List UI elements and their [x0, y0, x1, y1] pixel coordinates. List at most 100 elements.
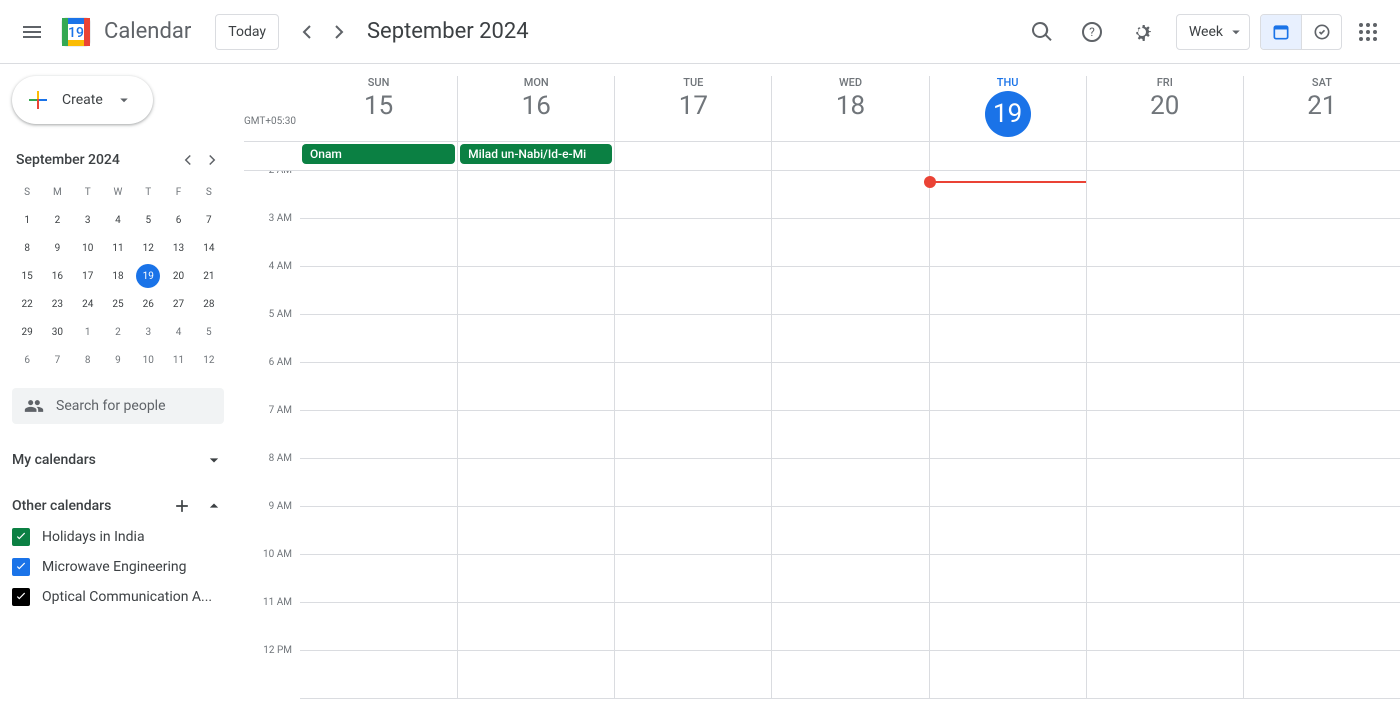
time-cell[interactable] [1243, 603, 1400, 651]
mini-day-cell[interactable]: 19 [133, 262, 163, 290]
time-cell[interactable] [614, 315, 771, 363]
day-column-header[interactable]: THU19 [929, 76, 1086, 141]
create-button[interactable]: Create [12, 76, 153, 124]
time-cell[interactable] [771, 267, 928, 315]
time-cell[interactable] [771, 315, 928, 363]
time-cell[interactable] [457, 507, 614, 555]
time-cell[interactable] [929, 603, 1086, 651]
calendar-checkbox[interactable] [12, 528, 30, 546]
search-people-input[interactable]: Search for people [12, 388, 224, 424]
time-cell[interactable] [1243, 363, 1400, 411]
time-cell[interactable] [614, 651, 771, 699]
time-cell[interactable] [300, 555, 457, 603]
previous-period-button[interactable] [291, 16, 323, 48]
time-cell[interactable] [300, 315, 457, 363]
time-cell[interactable] [929, 267, 1086, 315]
time-cell[interactable] [1086, 651, 1243, 699]
time-cell[interactable] [929, 507, 1086, 555]
mini-day-cell[interactable]: 11 [163, 346, 193, 374]
mini-day-cell[interactable]: 1 [12, 206, 42, 234]
time-cell[interactable] [300, 219, 457, 267]
support-button[interactable]: ? [1068, 8, 1116, 56]
time-cell[interactable] [614, 267, 771, 315]
mini-next-month-button[interactable] [200, 148, 224, 172]
tasks-view-toggle[interactable] [1301, 15, 1341, 49]
time-cell[interactable] [300, 507, 457, 555]
calendar-checkbox[interactable] [12, 588, 30, 606]
mini-day-cell[interactable]: 27 [163, 290, 193, 318]
time-cell[interactable] [929, 315, 1086, 363]
time-cell[interactable] [457, 459, 614, 507]
time-cell[interactable] [457, 363, 614, 411]
time-cell[interactable] [300, 171, 457, 219]
my-calendars-section[interactable]: My calendars [12, 450, 224, 470]
add-calendar-icon[interactable] [172, 496, 192, 516]
time-cell[interactable] [771, 171, 928, 219]
time-cell[interactable] [929, 459, 1086, 507]
day-column-header[interactable]: FRI20 [1086, 76, 1243, 141]
mini-day-cell[interactable]: 3 [73, 206, 103, 234]
time-cell[interactable] [457, 651, 614, 699]
mini-day-cell[interactable]: 16 [42, 262, 72, 290]
mini-day-cell[interactable]: 10 [133, 346, 163, 374]
mini-day-cell[interactable]: 9 [103, 346, 133, 374]
mini-day-cell[interactable]: 18 [103, 262, 133, 290]
allday-cell[interactable] [771, 142, 928, 170]
time-cell[interactable] [1086, 171, 1243, 219]
mini-day-cell[interactable]: 2 [103, 318, 133, 346]
mini-day-cell[interactable]: 10 [73, 234, 103, 262]
time-cell[interactable] [300, 459, 457, 507]
time-cell[interactable] [614, 459, 771, 507]
day-column-header[interactable]: WED18 [771, 76, 928, 141]
mini-day-cell[interactable]: 11 [103, 234, 133, 262]
time-cell[interactable] [614, 507, 771, 555]
mini-day-cell[interactable]: 5 [194, 318, 224, 346]
time-cell[interactable] [1243, 171, 1400, 219]
time-cell[interactable] [614, 603, 771, 651]
time-cell[interactable] [771, 555, 928, 603]
mini-day-cell[interactable]: 28 [194, 290, 224, 318]
day-column-header[interactable]: SAT21 [1243, 76, 1400, 141]
time-cell[interactable] [300, 651, 457, 699]
mini-day-cell[interactable]: 15 [12, 262, 42, 290]
mini-day-cell[interactable]: 8 [73, 346, 103, 374]
time-cell[interactable] [1243, 267, 1400, 315]
calendar-list-item[interactable]: Optical Communication A... [12, 588, 224, 606]
mini-day-cell[interactable]: 7 [42, 346, 72, 374]
mini-day-cell[interactable]: 14 [194, 234, 224, 262]
mini-day-cell[interactable]: 29 [12, 318, 42, 346]
view-selector[interactable]: Week [1176, 14, 1250, 50]
calendar-list-item[interactable]: Microwave Engineering [12, 558, 224, 576]
time-cell[interactable] [1086, 603, 1243, 651]
time-cell[interactable] [457, 219, 614, 267]
time-cell[interactable] [929, 171, 1086, 219]
time-cell[interactable] [771, 363, 928, 411]
time-cell[interactable] [771, 411, 928, 459]
mini-day-cell[interactable]: 25 [103, 290, 133, 318]
time-cell[interactable] [457, 603, 614, 651]
time-cell[interactable] [1086, 507, 1243, 555]
calendar-checkbox[interactable] [12, 558, 30, 576]
mini-day-cell[interactable]: 30 [42, 318, 72, 346]
time-cell[interactable] [771, 651, 928, 699]
mini-day-cell[interactable]: 24 [73, 290, 103, 318]
time-cell[interactable] [457, 267, 614, 315]
time-cell[interactable] [614, 171, 771, 219]
time-cell[interactable] [614, 363, 771, 411]
time-cell[interactable] [614, 219, 771, 267]
allday-cell[interactable]: Milad un-Nabi/Id-e-Mi [457, 142, 614, 170]
time-cell[interactable] [457, 555, 614, 603]
mini-day-cell[interactable]: 3 [133, 318, 163, 346]
next-period-button[interactable] [323, 16, 355, 48]
time-cell[interactable] [1243, 411, 1400, 459]
mini-day-cell[interactable]: 26 [133, 290, 163, 318]
time-cell[interactable] [1086, 411, 1243, 459]
mini-day-cell[interactable]: 9 [42, 234, 72, 262]
time-cell[interactable] [1243, 507, 1400, 555]
day-column-header[interactable]: SUN15 [300, 76, 457, 141]
mini-day-cell[interactable]: 17 [73, 262, 103, 290]
mini-previous-month-button[interactable] [176, 148, 200, 172]
mini-day-cell[interactable]: 4 [103, 206, 133, 234]
allday-cell[interactable] [1243, 142, 1400, 170]
time-cell[interactable] [1243, 219, 1400, 267]
